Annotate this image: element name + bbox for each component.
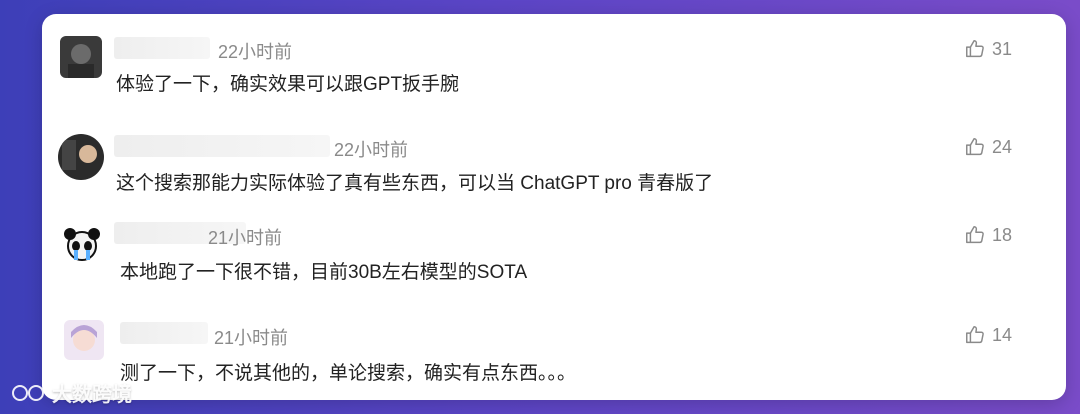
thumbs-up-icon: [965, 226, 984, 244]
comment-item: 22小时前 这个搜索那能力实际体验了真有些东西，可以当 ChatGPT pro …: [42, 130, 1066, 210]
comment-item: 22小时前 体验了一下，确实效果可以跟GPT扳手腕 31: [42, 32, 1066, 112]
comment-time: 21小时前: [214, 328, 289, 348]
avatar[interactable]: [58, 134, 104, 180]
comment-text: 体验了一下，确实效果可以跟GPT扳手腕: [116, 74, 460, 95]
like-button[interactable]: 31: [964, 38, 1012, 60]
like-count: 31: [991, 38, 1012, 59]
thumbs-up-icon: [965, 326, 984, 344]
comment-item: 21小时前 测了一下，不说其他的，单论搜索，确实有点东西。。。 14: [42, 316, 1066, 396]
comment-time: 21小时前: [208, 228, 283, 248]
avatar[interactable]: [64, 320, 104, 360]
comment-item: 21小时前 本地跑了一下很不错，目前30B左右模型的SOTA 18: [42, 218, 1066, 298]
username-redacted[interactable]: [120, 322, 208, 344]
like-button[interactable]: 18: [964, 224, 1012, 246]
username-redacted[interactable]: [114, 37, 210, 59]
comment-text: 测了一下，不说其他的，单论搜索，确实有点东西。。。: [120, 363, 577, 384]
comments-card: 22小时前 体验了一下，确实效果可以跟GPT扳手腕 31 22小时前 这个搜索那…: [42, 14, 1066, 400]
avatar[interactable]: [60, 36, 102, 78]
comment-text: 本地跑了一下很不错，目前30B左右模型的SOTA: [120, 262, 528, 283]
like-button[interactable]: 14: [964, 324, 1012, 346]
like-count: 18: [991, 224, 1012, 245]
comment-time: 22小时前: [334, 140, 409, 160]
comment-text: 这个搜索那能力实际体验了真有些东西，可以当 ChatGPT pro 青春版了: [116, 173, 714, 194]
avatar[interactable]: [58, 220, 106, 268]
like-button[interactable]: 24: [964, 136, 1012, 158]
username-redacted[interactable]: [114, 135, 330, 157]
watermark-text: 大数跨境: [52, 384, 132, 406]
watermark: 大数跨境: [10, 378, 132, 407]
like-count: 14: [991, 324, 1012, 345]
thumbs-up-icon: [965, 138, 984, 156]
like-count: 24: [991, 136, 1012, 157]
logo-icon: [12, 384, 44, 401]
thumbs-up-icon: [965, 40, 984, 58]
comment-time: 22小时前: [218, 42, 293, 62]
